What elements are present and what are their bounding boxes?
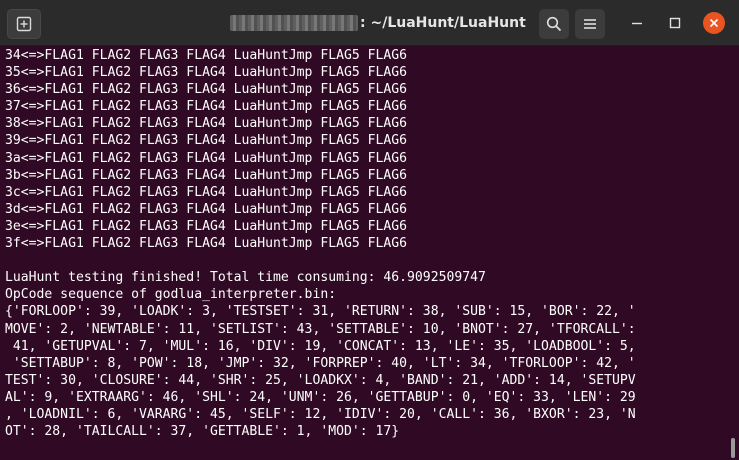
terminal-line: TEST': 30, 'CLOSURE': 44, 'SHR': 25, 'LO…	[5, 372, 636, 388]
new-tab-icon	[16, 16, 32, 32]
terminal-line: 38<=>FLAG1 FLAG2 FLAG3 FLAG4 LuaHuntJmp …	[5, 116, 408, 132]
terminal-window: : ~/LuaHunt/LuaHunt 34<=>FLAG1 FLAG2 FLA…	[0, 0, 739, 460]
hamburger-menu-icon	[584, 19, 596, 29]
close-icon	[709, 18, 719, 28]
terminal-line: LuaHunt testing finished! Total time con…	[5, 270, 486, 286]
close-button[interactable]	[703, 12, 725, 34]
terminal-line: 36<=>FLAG1 FLAG2 FLAG3 FLAG4 LuaHuntJmp …	[5, 82, 408, 98]
terminal-line: 3b<=>FLAG1 FLAG2 FLAG3 FLAG4 LuaHuntJmp …	[5, 167, 408, 183]
window-title-text: : ~/LuaHunt/LuaHunt	[360, 15, 526, 31]
maximize-icon	[669, 17, 681, 29]
minimize-icon	[632, 22, 642, 25]
terminal-output[interactable]: 34<=>FLAG1 FLAG2 FLAG3 FLAG4 LuaHuntJmp …	[0, 46, 739, 460]
terminal-line: OT': 28, 'TAILCALL': 37, 'GETTABLE': 1, …	[5, 424, 400, 440]
new-tab-button[interactable]	[7, 9, 41, 39]
terminal-line: 37<=>FLAG1 FLAG2 FLAG3 FLAG4 LuaHuntJmp …	[5, 99, 408, 115]
terminal-scrollbar[interactable]	[731, 438, 735, 458]
terminal-line: 35<=>FLAG1 FLAG2 FLAG3 FLAG4 LuaHuntJmp …	[5, 65, 408, 81]
terminal-line: 3e<=>FLAG1 FLAG2 FLAG3 FLAG4 LuaHuntJmp …	[5, 218, 408, 234]
search-button[interactable]	[539, 9, 569, 39]
window-title: : ~/LuaHunt/LuaHunt	[230, 0, 526, 46]
menu-button[interactable]	[575, 9, 605, 39]
terminal-line: 'SETTABUP': 8, 'POW': 18, 'JMP': 32, 'FO…	[5, 355, 636, 371]
terminal-line: MOVE': 2, 'NEWTABLE': 11, 'SETLIST': 43,…	[5, 321, 636, 337]
search-icon	[546, 16, 562, 32]
terminal-line: 34<=>FLAG1 FLAG2 FLAG3 FLAG4 LuaHuntJmp …	[5, 48, 408, 63]
terminal-line: 3a<=>FLAG1 FLAG2 FLAG3 FLAG4 LuaHuntJmp …	[5, 150, 408, 166]
title-bar[interactable]: : ~/LuaHunt/LuaHunt	[0, 0, 739, 46]
redacted-username	[230, 15, 358, 31]
terminal-line: OpCode sequence of godlua_interpreter.bi…	[5, 287, 337, 303]
terminal-line: {'FORLOOP': 39, 'LOADK': 3, 'TESTSET': 3…	[5, 304, 636, 320]
terminal-line: , 'LOADNIL': 6, 'VARARG': 45, 'SELF': 12…	[5, 406, 636, 422]
terminal-line: 3c<=>FLAG1 FLAG2 FLAG3 FLAG4 LuaHuntJmp …	[5, 184, 408, 200]
terminal-line: 3d<=>FLAG1 FLAG2 FLAG3 FLAG4 LuaHuntJmp …	[5, 201, 408, 217]
terminal-line: AL': 9, 'EXTRAARG': 46, 'SHL': 24, 'UNM'…	[5, 389, 636, 405]
maximize-button[interactable]	[663, 11, 687, 35]
terminal-line: 3f<=>FLAG1 FLAG2 FLAG3 FLAG4 LuaHuntJmp …	[5, 236, 408, 252]
terminal-line: 41, 'GETUPVAL': 7, 'MUL': 16, 'DIV': 19,…	[5, 338, 636, 354]
minimize-button[interactable]	[625, 11, 649, 35]
terminal-line: 39<=>FLAG1 FLAG2 FLAG3 FLAG4 LuaHuntJmp …	[5, 133, 408, 149]
